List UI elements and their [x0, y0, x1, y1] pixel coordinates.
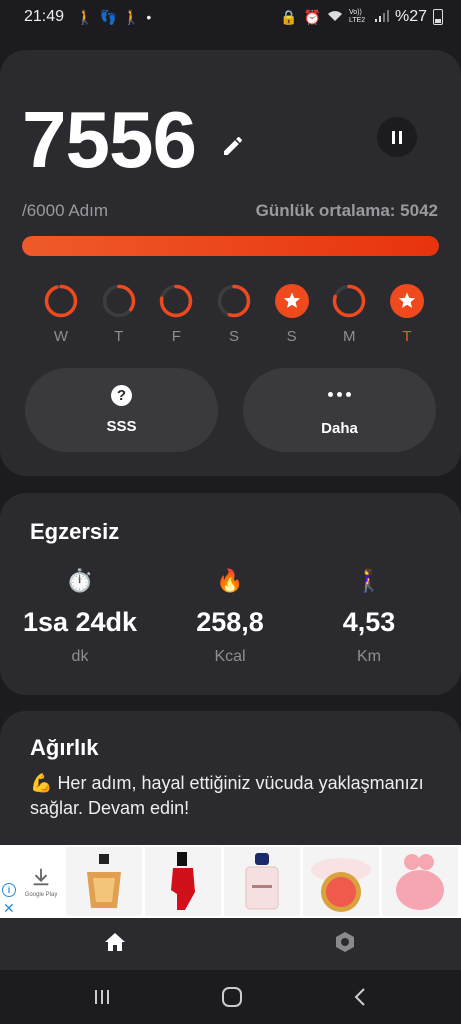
lock-icon: 🔒 [280, 8, 298, 25]
weight-message-text: Her adım, hayal ettiğiniz vücuda yaklaşm… [30, 773, 424, 818]
recent-apps-icon[interactable] [93, 988, 111, 1006]
weight-message: 💪 Her adım, hayal ettiğiniz vücuda yakla… [30, 771, 440, 821]
day-label: M [343, 328, 356, 345]
day-label: F [171, 328, 181, 345]
red-heel-bottle-image[interactable] [145, 847, 221, 916]
step-progress-bar [22, 236, 439, 256]
duration-stat: ⏱️ 1sa 24dk dk [5, 567, 155, 666]
dot-icon: • [146, 9, 152, 25]
calories-stat: 🔥 258,8 Kcal [155, 567, 305, 666]
calories-unit: Kcal [214, 648, 246, 665]
steps-card: 7556 /6000 Adım Günlük ortalama: 5042 W T… [0, 50, 461, 476]
day-item[interactable]: M [332, 284, 366, 345]
blush-compact-image[interactable] [303, 847, 379, 916]
pause-icon [392, 130, 395, 144]
day-item[interactable]: W [44, 284, 78, 345]
day-progress-ring [333, 284, 366, 318]
footprints-icon: 👣 [99, 8, 117, 25]
walking-woman-icon: 🚶‍♀️ [355, 568, 383, 593]
distance-value: 4,53 [342, 607, 396, 637]
day-item[interactable]: T [102, 284, 136, 345]
system-icons: 🔒 ⏰ Vo)) LTE2 %27 [280, 8, 443, 26]
wifi-icon [327, 9, 343, 25]
settings-icon[interactable] [333, 930, 357, 954]
star-badge-icon [274, 284, 309, 318]
exercise-title: Egzersiz [30, 519, 120, 544]
day-label: S [286, 328, 297, 345]
walk-icon: 🚶 [76, 8, 94, 25]
ad-close-icon[interactable]: ✕ [3, 900, 15, 917]
fire-icon: 🔥 [216, 568, 244, 593]
more-label: Daha [321, 419, 358, 437]
perfume-bottle-image[interactable] [66, 847, 142, 916]
flexed-biceps-icon: 💪 [30, 773, 53, 793]
day-progress-ring [102, 284, 135, 318]
signal-icon [374, 9, 389, 25]
system-navigation-bar [0, 970, 461, 1024]
volte-icon: Vo)) LTE2 [348, 9, 366, 24]
status-bar: 21:49 🚶 👣 🚶 • 🔒 ⏰ Vo)) LTE2 %27 [0, 0, 461, 34]
home-icon[interactable] [103, 930, 127, 954]
ad-banner[interactable]: i ✕ Google Play [0, 845, 461, 918]
calories-value: 258,8 [196, 607, 264, 637]
more-button[interactable]: Daha [243, 368, 436, 452]
day-item[interactable]: S [217, 284, 251, 345]
distance-unit: Km [357, 648, 381, 665]
more-dots-icon [328, 384, 351, 405]
bottom-navigation [0, 918, 461, 970]
alarm-icon: ⏰ [303, 8, 321, 25]
day-item[interactable]: S [274, 284, 309, 345]
battery-percent: %27 [394, 8, 427, 25]
question-icon: ? [111, 385, 132, 406]
stopwatch-icon: ⏱️ [66, 568, 94, 593]
daily-average: Günlük ortalama: 5042 [255, 201, 438, 220]
day-label: S [228, 328, 239, 345]
pause-button[interactable] [377, 117, 417, 157]
faq-label: SSS [106, 418, 137, 435]
day-label: W [53, 328, 69, 345]
day-progress-ring [160, 284, 193, 318]
ad-info-icon[interactable]: i [2, 883, 16, 897]
star-badge-icon [389, 284, 424, 318]
duration-unit: dk [71, 648, 89, 665]
download-icon [33, 868, 49, 885]
google-play-label: Google Play [24, 891, 58, 898]
weight-title: Ağırlık [30, 735, 99, 760]
pink-perfume-image[interactable] [382, 847, 458, 916]
status-time: 21:49 [24, 8, 65, 25]
day-progress-ring [217, 284, 251, 318]
distance-stat: 🚶‍♀️ 4,53 Km [294, 567, 444, 666]
day-item[interactable]: T [389, 284, 424, 345]
week-progress: WTFSSMT [44, 284, 424, 345]
walk-icon: 🚶 [122, 8, 141, 25]
day-item[interactable]: F [159, 284, 193, 345]
my-way-bottle-image[interactable] [224, 847, 300, 916]
notification-icons: 🚶 👣 🚶 • [76, 9, 151, 26]
day-label: T [402, 328, 412, 345]
step-count: 7556 [22, 95, 197, 184]
system-home-icon[interactable] [222, 987, 242, 1007]
faq-button[interactable]: ? SSS [25, 368, 218, 452]
edit-icon[interactable] [221, 134, 245, 158]
step-goal: /6000 Adım [22, 201, 109, 220]
day-label: T [114, 328, 124, 345]
duration-value: 1sa 24dk [22, 607, 138, 637]
exercise-card[interactable]: Egzersiz ⏱️ 1sa 24dk dk 🔥 258,8 Kcal 🚶‍♀… [0, 493, 461, 695]
step-progress-fill [22, 236, 439, 256]
ad-products[interactable] [66, 847, 458, 916]
battery-icon [433, 9, 443, 25]
day-progress-ring [44, 284, 78, 318]
back-icon[interactable] [353, 987, 367, 1007]
ad-download-button[interactable]: Google Play [18, 845, 64, 918]
